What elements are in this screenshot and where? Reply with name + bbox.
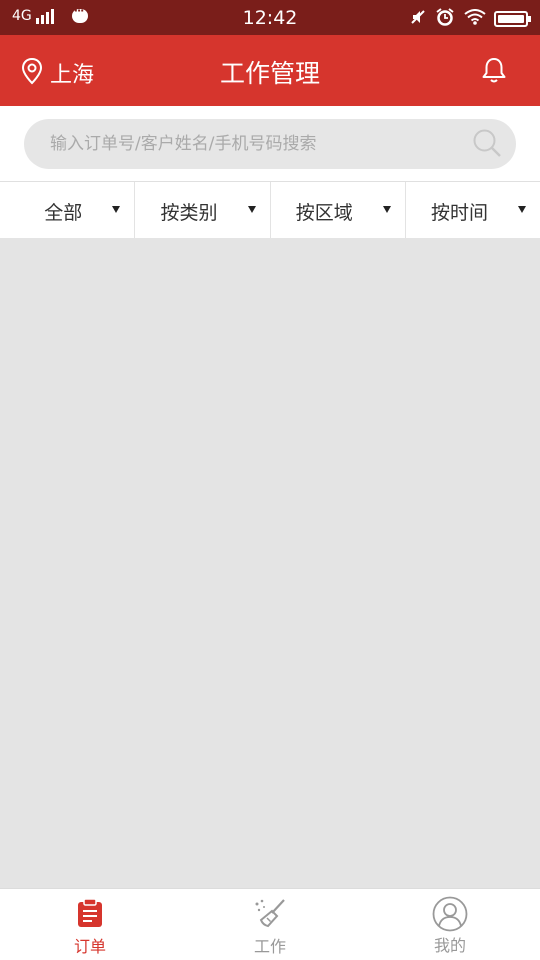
broom-icon xyxy=(253,898,287,932)
app-header: 上海 工作管理 xyxy=(0,35,540,106)
alarm-icon xyxy=(436,8,454,30)
location-pin-icon xyxy=(20,57,44,89)
notification-bell-icon[interactable] xyxy=(481,56,507,88)
search-input[interactable] xyxy=(24,119,516,169)
filter-label: 全部 xyxy=(44,202,83,224)
order-list-area[interactable] xyxy=(0,238,540,888)
filter-label: 按时间 xyxy=(430,202,488,224)
filter-by-time[interactable]: 按时间 xyxy=(406,182,540,238)
filter-bar: 全部 按类别 按区域 按时间 xyxy=(0,182,540,238)
filter-by-category[interactable]: 按类别 xyxy=(135,182,271,238)
dropdown-arrow-icon xyxy=(382,206,391,213)
filter-label: 按类别 xyxy=(160,202,218,224)
search-icon[interactable] xyxy=(472,128,502,162)
location-label: 上海 xyxy=(50,63,95,88)
mute-icon xyxy=(410,9,426,29)
wifi-icon xyxy=(464,9,486,29)
tab-label: 订单 xyxy=(73,937,106,956)
status-bar: 4G 12:42 xyxy=(0,0,540,35)
tab-mine[interactable]: 我的 xyxy=(360,889,540,960)
battery-icon xyxy=(494,11,531,27)
filter-label: 按区域 xyxy=(295,202,353,224)
location-selector[interactable]: 上海 xyxy=(20,57,94,89)
user-icon xyxy=(432,896,468,936)
tab-label: 我的 xyxy=(433,936,466,955)
tab-work[interactable]: 工作 xyxy=(180,889,360,960)
search-bar xyxy=(0,106,540,182)
dropdown-arrow-icon xyxy=(112,206,121,213)
bottom-tab-bar: 订单 工作 我的 xyxy=(0,888,540,960)
clipboard-icon xyxy=(76,898,104,932)
tab-orders[interactable]: 订单 xyxy=(0,889,180,960)
tab-label: 工作 xyxy=(253,937,286,956)
dropdown-arrow-icon xyxy=(247,206,256,213)
dropdown-arrow-icon xyxy=(518,206,526,213)
filter-all[interactable]: 全部 xyxy=(0,182,136,238)
filter-by-region[interactable]: 按区域 xyxy=(271,182,406,238)
